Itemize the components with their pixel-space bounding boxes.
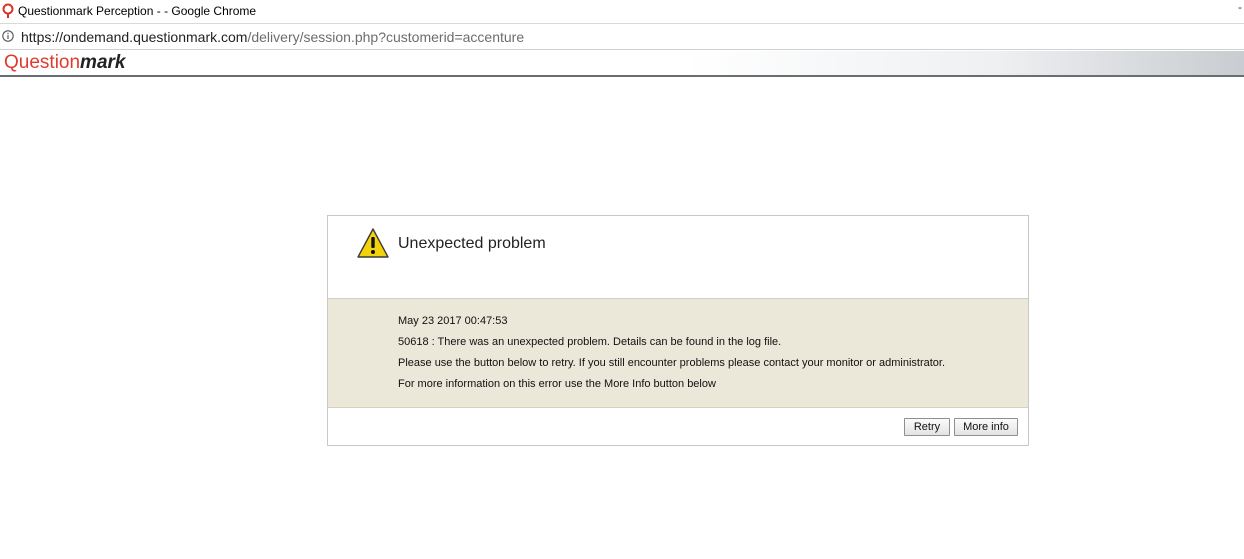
url-path: /delivery/session.php?customerid=accentu…	[247, 29, 525, 45]
more-info-instruction: For more information on this error use t…	[398, 378, 716, 390]
dialog-heading: Unexpected problem	[398, 235, 546, 252]
dialog-header: Unexpected problem	[328, 216, 1028, 299]
info-icon[interactable]	[2, 30, 14, 42]
minimize-button[interactable]: -	[1238, 0, 1242, 14]
url-text[interactable]: https://ondemand.questionmark.com/delive…	[21, 29, 524, 45]
questionmark-header: Questionmark	[0, 51, 1244, 77]
error-message: 50618 : There was an unexpected problem.…	[398, 336, 782, 348]
url-host: https://ondemand.questionmark.com	[21, 29, 248, 45]
questionmark-favicon-icon	[2, 3, 14, 18]
warning-icon	[357, 228, 389, 258]
window-title: Questionmark Perception - - Google Chrom…	[18, 4, 257, 18]
retry-instruction: Please use the button below to retry. If…	[398, 357, 946, 369]
questionmark-logo: Questionmark	[4, 52, 125, 74]
more-info-button[interactable]: More info	[954, 418, 1018, 436]
browser-title-bar: Questionmark Perception - - Google Chrom…	[0, 0, 1244, 24]
error-timestamp: May 23 2017 00:47:53	[398, 315, 508, 327]
error-dialog: Unexpected problem May 23 2017 00:47:53 …	[327, 215, 1029, 446]
dialog-message-area: May 23 2017 00:47:53 50618 : There was a…	[328, 299, 1028, 408]
logo-question: Question	[4, 52, 81, 73]
retry-button[interactable]: Retry	[904, 418, 950, 436]
address-bar[interactable]: https://ondemand.questionmark.com/delive…	[0, 25, 1244, 50]
dialog-footer: Retry More info	[328, 408, 1028, 445]
logo-mark: mark	[80, 52, 126, 73]
